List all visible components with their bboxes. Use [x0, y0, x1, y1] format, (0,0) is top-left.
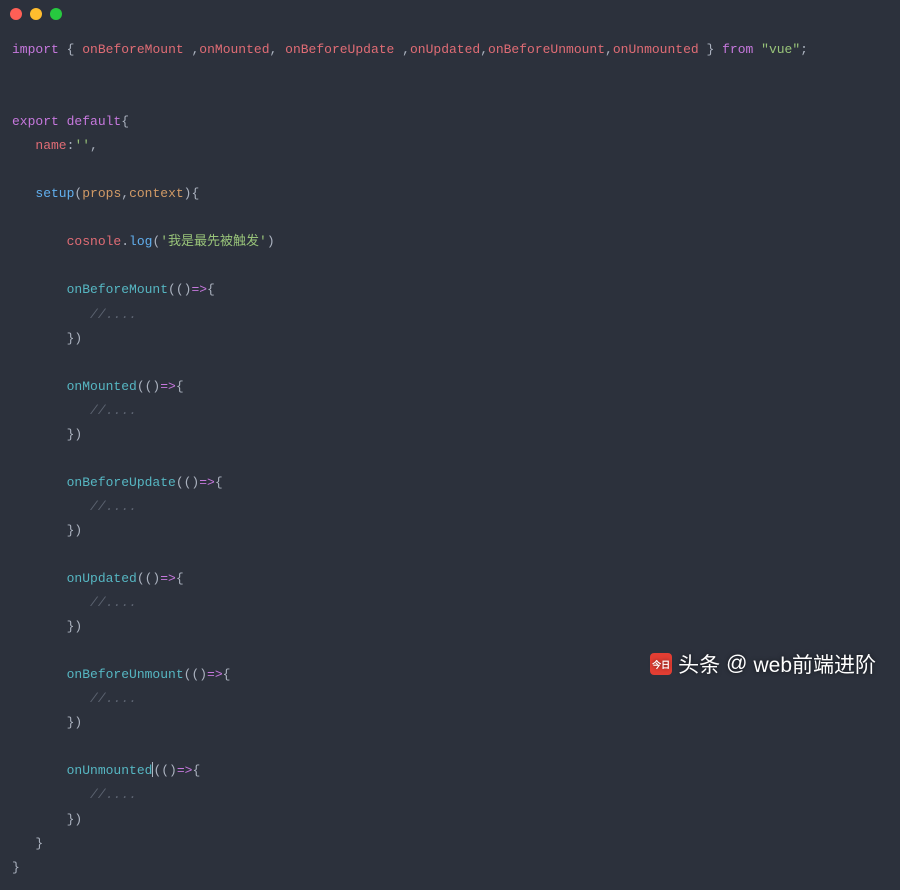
keyword-default: default: [67, 114, 122, 129]
hook-call: onUnmounted: [67, 763, 153, 778]
comment: //....: [90, 691, 137, 706]
comment: //....: [90, 403, 137, 418]
string-empty: '': [74, 138, 90, 153]
arrow: =>: [160, 379, 176, 394]
import-item: onBeforeMount: [82, 42, 183, 57]
brace-close: }: [707, 42, 715, 57]
comment: //....: [90, 307, 137, 322]
watermark: 今日 头条 @web前端进阶: [650, 649, 876, 679]
param-props: props: [82, 186, 121, 201]
arrow: =>: [160, 571, 176, 586]
close: }): [67, 715, 83, 730]
import-item: onMounted: [199, 42, 269, 57]
string-log: '我是最先被触发': [160, 234, 267, 249]
param-context: context: [129, 186, 184, 201]
ident-cosnole: cosnole: [67, 234, 122, 249]
maximize-icon[interactable]: [50, 8, 62, 20]
comment: //....: [90, 595, 137, 610]
import-item: onBeforeUnmount: [488, 42, 605, 57]
keyword-export: export: [12, 114, 59, 129]
code-editor[interactable]: import { onBeforeMount ,onMounted, onBef…: [0, 28, 900, 890]
hook-call: onBeforeUnmount: [67, 667, 184, 682]
close: }): [67, 619, 83, 634]
watermark-handle: web前端进阶: [753, 649, 876, 679]
window-titlebar: [0, 0, 900, 28]
arrow: =>: [177, 763, 193, 778]
hook-call: onMounted: [67, 379, 137, 394]
import-item: onUnmounted: [613, 42, 699, 57]
hook-call: onUpdated: [67, 571, 137, 586]
close: }): [67, 523, 83, 538]
func-log: log: [129, 234, 152, 249]
close: }): [67, 427, 83, 442]
hook-call: onBeforeUpdate: [67, 475, 176, 490]
minimize-icon[interactable]: [30, 8, 42, 20]
close: }): [67, 331, 83, 346]
arrow: =>: [207, 667, 223, 682]
comment: //....: [90, 499, 137, 514]
string-module: "vue": [761, 42, 800, 57]
watermark-at: @: [726, 652, 747, 676]
func-setup: setup: [35, 186, 74, 201]
watermark-prefix: 头条: [678, 649, 720, 679]
close: }): [67, 812, 83, 827]
toutiao-logo-icon: 今日: [650, 653, 672, 675]
keyword-import: import: [12, 42, 59, 57]
hook-call: onBeforeMount: [67, 282, 168, 297]
brace-open: {: [67, 42, 75, 57]
close-icon[interactable]: [10, 8, 22, 20]
arrow: =>: [191, 282, 207, 297]
prop-name: name: [35, 138, 66, 153]
arrow: =>: [199, 475, 215, 490]
import-item: onUpdated: [410, 42, 480, 57]
keyword-from: from: [722, 42, 753, 57]
comment: //....: [90, 787, 137, 802]
import-item: onBeforeUpdate: [285, 42, 394, 57]
